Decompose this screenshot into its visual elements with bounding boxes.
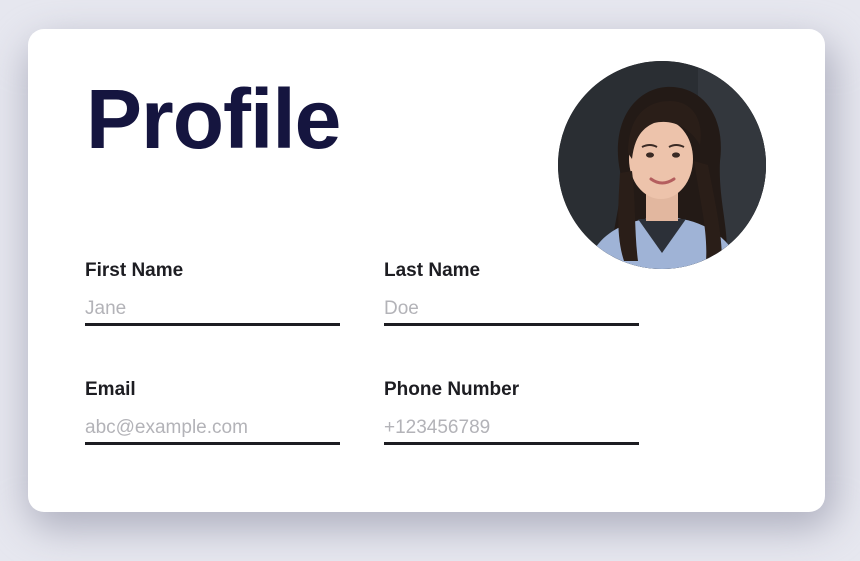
last-name-label: Last Name	[384, 260, 481, 281]
phone-field-group: Phone Number	[384, 378, 639, 445]
avatar[interactable]	[558, 61, 766, 269]
first-name-field-group: First Name	[85, 259, 340, 326]
email-input[interactable]	[85, 416, 340, 445]
last-name-field-group: Last Name	[384, 259, 639, 326]
page-title: Profile	[86, 72, 341, 166]
last-name-input[interactable]	[384, 297, 639, 326]
email-field-group: Email	[85, 378, 340, 445]
avatar-portrait-icon	[558, 61, 766, 269]
profile-card: Profile First Name Jane Last Name Doe Em…	[28, 29, 825, 512]
first-name-input[interactable]	[85, 297, 340, 326]
email-label: Email	[85, 379, 136, 400]
phone-number-input[interactable]	[384, 416, 639, 445]
first-name-label: First Name	[85, 260, 184, 281]
phone-number-label: Phone Number	[384, 379, 520, 400]
